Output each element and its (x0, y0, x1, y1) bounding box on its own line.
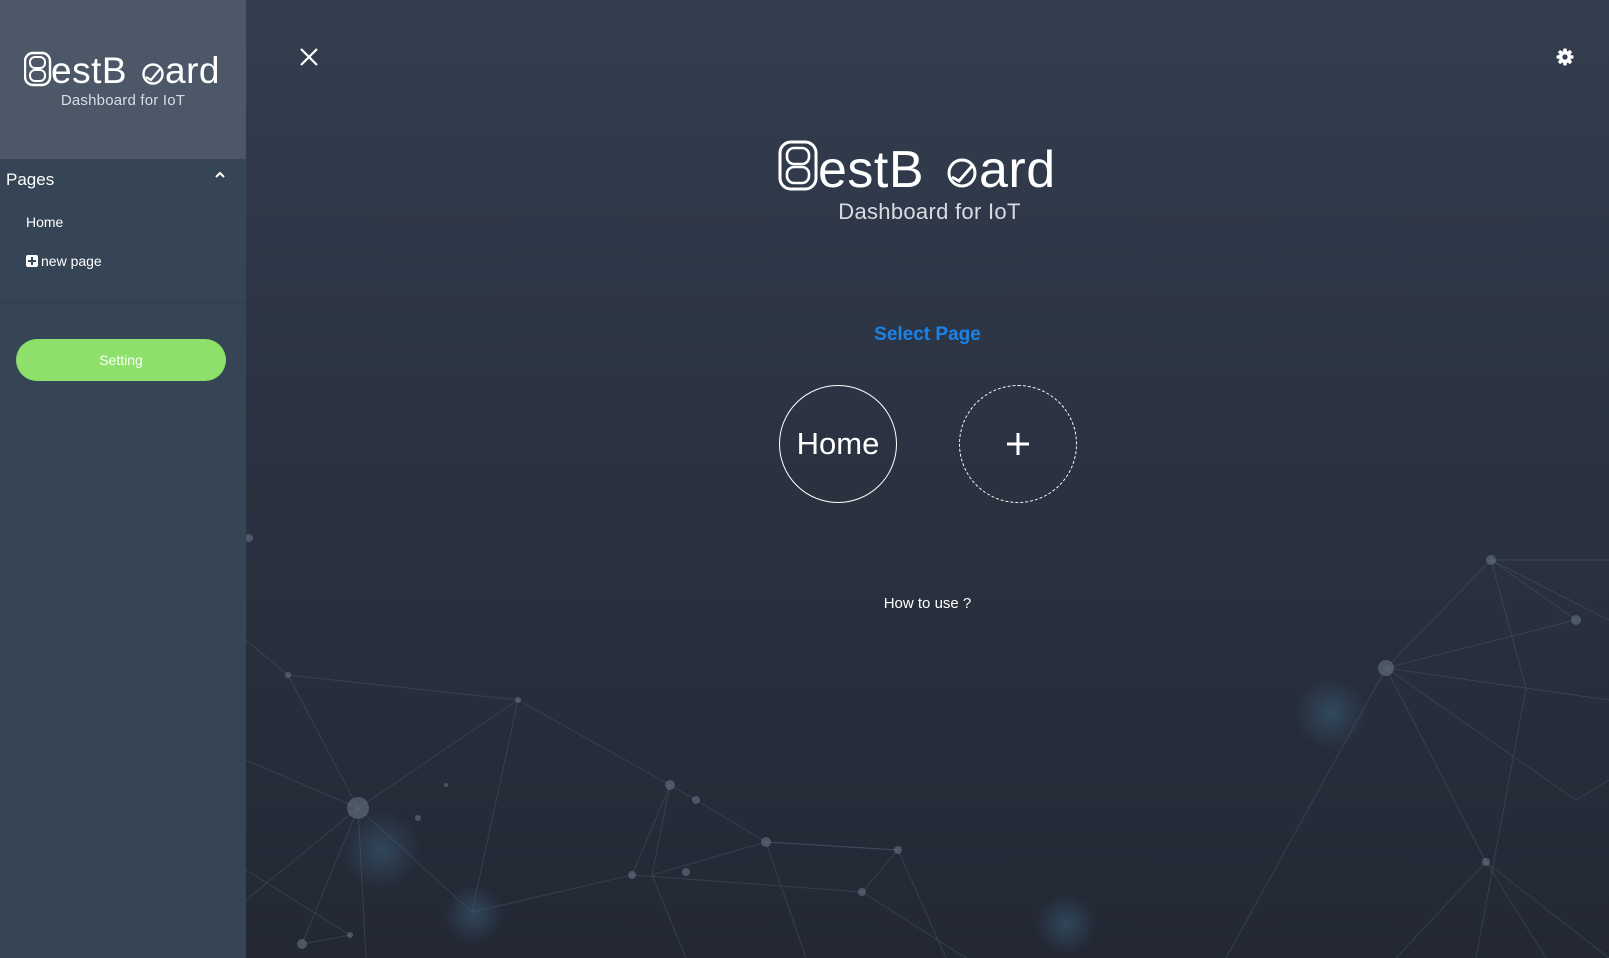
plus-icon (1007, 433, 1029, 455)
pages-section-title: Pages (6, 170, 55, 189)
setting-button[interactable]: Setting (16, 339, 226, 381)
brand-logo-large: estB ard (778, 140, 1056, 192)
select-page-heading: Select Page (874, 324, 981, 345)
page-card-label: Home (796, 426, 880, 461)
main-panel: estB ard Dashboard for IoT Select Page H… (246, 0, 1609, 958)
page-card-home[interactable]: Home (779, 385, 897, 503)
add-page-button[interactable] (959, 385, 1077, 503)
brand-logo-text: estB (51, 50, 127, 90)
sidebar-item-label: new page (41, 253, 102, 269)
sidebar: estB​ ard Dashboard for IoT Pages Home n… (0, 0, 246, 958)
brand-subtitle-large: Dashboard for IoT (838, 199, 1021, 224)
sidebar-item-label: Home (26, 214, 64, 230)
brand-logo-text-tail: ard (165, 50, 220, 90)
brand-logo: estB​ ard (24, 50, 220, 90)
sidebar-divider (0, 302, 246, 303)
plus-square-icon (26, 255, 38, 267)
sidebar-item-new-page[interactable]: new page (26, 253, 102, 269)
sidebar-item-home[interactable]: Home (26, 214, 63, 230)
svg-text:estB​: estB​ (51, 50, 127, 90)
brand-logo-large-text: estB (818, 141, 924, 192)
pages-section-toggle[interactable]: Pages (0, 160, 246, 200)
brand-subtitle: Dashboard for IoT (60, 92, 186, 109)
chevron-up-icon[interactable] (213, 170, 227, 180)
app-window: estB​ ard Dashboard for IoT Pages Home n… (0, 0, 1609, 958)
sidebar-brand-panel: estB​ ard Dashboard for IoT (0, 0, 246, 159)
gear-icon[interactable] (1556, 48, 1574, 66)
close-icon[interactable] (298, 46, 320, 68)
brand-logo-large-text-tail: ard (979, 141, 1056, 192)
how-to-use-link[interactable]: How to use ? (246, 595, 1609, 612)
